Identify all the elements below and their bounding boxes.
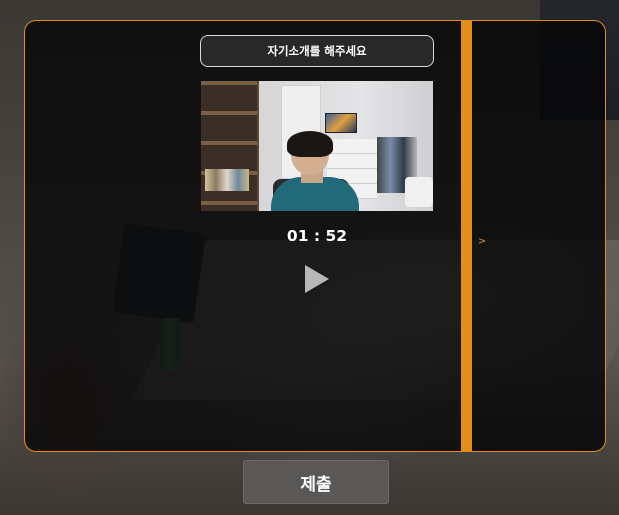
side-panel-area [472, 21, 605, 451]
recording-timer: 01 : 52 [286, 227, 348, 245]
video-bag [405, 177, 433, 207]
webcam-preview [201, 81, 433, 211]
video-books [205, 169, 249, 191]
interview-panel: > 자기소개를 해주세요 01 : 52 [24, 20, 606, 452]
play-button[interactable] [305, 265, 329, 293]
video-bookshelf [201, 81, 257, 211]
side-panel-toggle[interactable]: > [475, 235, 489, 249]
submit-button[interactable]: 제출 [243, 460, 389, 504]
play-icon [305, 265, 329, 293]
question-prompt: 자기소개를 해주세요 [200, 35, 434, 67]
video-monitor [325, 113, 357, 133]
panel-divider-bar[interactable] [461, 21, 472, 451]
video-person-hair [287, 131, 333, 157]
